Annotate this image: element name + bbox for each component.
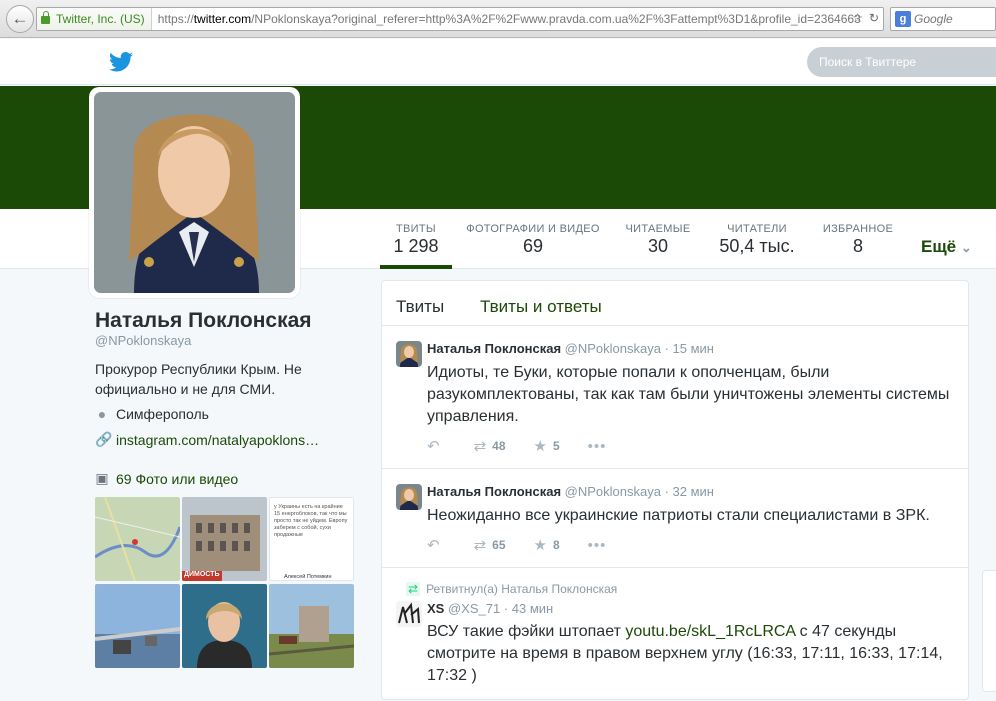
photo-thumb-building[interactable]: ДИМОСТЬ bbox=[182, 497, 267, 581]
profile-website[interactable]: 🔗 instagram.com/natalyapoklons… bbox=[95, 431, 319, 448]
browser-search[interactable]: g Google bbox=[890, 7, 996, 31]
favorite-button[interactable]: ★ 8 bbox=[534, 536, 560, 554]
stat-tweets[interactable]: ТВИТЫ 1 298 bbox=[380, 209, 452, 269]
twitter-top-nav: Поиск в Твиттере bbox=[0, 39, 996, 85]
stat-photos-videos[interactable]: ФОТОГРАФИИ И ВИДЕО 69 bbox=[462, 209, 604, 269]
map-pin-icon: ● bbox=[97, 406, 107, 422]
profile-name[interactable]: Наталья Поклонская bbox=[95, 309, 312, 333]
more-dots-icon: ••• bbox=[587, 437, 607, 455]
reply-button[interactable]: ↶ bbox=[427, 437, 446, 455]
back-button[interactable]: ← bbox=[6, 5, 34, 33]
tweet-author-handle[interactable]: @XS_71 bbox=[448, 601, 500, 616]
chevron-down-icon: ⌄ bbox=[960, 240, 972, 255]
tweet-timestamp[interactable]: · 32 мин bbox=[665, 484, 714, 499]
photo-thumb-street[interactable] bbox=[269, 584, 354, 668]
tweet-author-handle[interactable]: @NPoklonskaya bbox=[565, 484, 661, 499]
twitter-bird-icon[interactable] bbox=[109, 52, 133, 72]
photo-thumb-map[interactable] bbox=[95, 497, 180, 581]
profile-avatar[interactable] bbox=[89, 87, 300, 298]
stat-following[interactable]: ЧИТАЕМЫЕ 30 bbox=[620, 209, 696, 269]
address-bar[interactable]: Twitter, Inc. (US) https://twitter.com/N… bbox=[36, 7, 884, 31]
tweet-text: Неожиданно все украинские патриоты стали… bbox=[427, 507, 930, 524]
star-icon: ★ bbox=[533, 438, 547, 455]
reply-icon: ↶ bbox=[427, 537, 440, 554]
tweet-avatar[interactable] bbox=[396, 601, 422, 627]
tweet-text: Идиоты, те Буки, которые попали к ополче… bbox=[427, 364, 950, 425]
profile-location: ● Симферополь bbox=[95, 406, 209, 422]
reply-button[interactable]: ↶ bbox=[427, 536, 446, 554]
timeline: Твиты Твиты и ответы Наталья Поклонская … bbox=[381, 280, 969, 700]
thumb-text: у Украины есть на крайние 15 енергоблоко… bbox=[274, 504, 348, 538]
more-button[interactable]: Ещё ⌄ bbox=[921, 237, 972, 257]
lock-icon bbox=[41, 11, 50, 24]
thumb-author: Алексей Потемкин bbox=[284, 574, 332, 580]
tweet-text: ВСУ такие фэйки штопает youtu.be/skL_1Rc… bbox=[427, 623, 943, 684]
star-icon: ★ bbox=[533, 537, 547, 554]
tweet[interactable]: Наталья Поклонская @NPoklonskaya · 15 ми… bbox=[382, 327, 968, 469]
retweet-button[interactable]: ⇄ 65 bbox=[474, 536, 506, 554]
photo-thumb-portrait[interactable] bbox=[182, 584, 267, 668]
tweet-author-name[interactable]: XS bbox=[427, 601, 444, 616]
retweet-note: ⇄ Ретвитнул(а) Наталья Поклонская bbox=[406, 582, 618, 596]
retweet-button[interactable]: ⇄ 48 bbox=[474, 437, 506, 455]
tweet-avatar[interactable] bbox=[396, 341, 422, 367]
tweet-header: Наталья Поклонская @NPoklonskaya · 15 ми… bbox=[427, 341, 714, 356]
tweet-actions: ↶ ⇄ 48 ★ 5 ••• bbox=[427, 437, 640, 456]
tweet[interactable]: ⇄ Ретвитнул(а) Наталья Поклонская XS @XS… bbox=[382, 569, 968, 701]
tweet-timestamp[interactable]: · 43 мин bbox=[504, 601, 553, 616]
tweet-author-name[interactable]: Наталья Поклонская bbox=[427, 484, 561, 499]
link-icon: 🔗 bbox=[95, 431, 113, 447]
browser-toolbar: ← Twitter, Inc. (US) https://twitter.com… bbox=[0, 0, 996, 38]
tweet-header: XS @XS_71 · 43 мин bbox=[427, 601, 553, 616]
twitter-search-input[interactable]: Поиск в Твиттере bbox=[807, 47, 996, 77]
more-actions-button[interactable]: ••• bbox=[588, 438, 613, 455]
retweet-icon: ⇄ bbox=[473, 438, 487, 455]
google-icon: g bbox=[895, 11, 911, 27]
timeline-tabs: Твиты Твиты и ответы bbox=[382, 281, 968, 326]
tab-tweets-replies[interactable]: Твиты и ответы bbox=[480, 297, 602, 317]
photos-videos-link[interactable]: ▣ 69 Фото или видео bbox=[95, 470, 238, 487]
tweet-header: Наталья Поклонская @NPoklonskaya · 32 ми… bbox=[427, 484, 714, 499]
avatar-image bbox=[94, 92, 295, 293]
reload-icon[interactable]: ↻ bbox=[869, 11, 879, 25]
favorite-button[interactable]: ★ 5 bbox=[534, 437, 560, 455]
photo-thumb-screenshot[interactable]: у Украины есть на крайние 15 енергоблоко… bbox=[269, 497, 354, 581]
tweet-author-name[interactable]: Наталья Поклонская bbox=[427, 341, 561, 356]
back-arrow-icon: ← bbox=[11, 9, 29, 28]
right-side-panel-edge bbox=[982, 570, 996, 692]
profile-handle[interactable]: @NPoklonskaya bbox=[95, 333, 191, 348]
tweet-link[interactable]: youtu.be/skL_1RcLRCA bbox=[625, 623, 795, 640]
camera-icon: ▣ bbox=[95, 470, 109, 486]
more-dots-icon: ••• bbox=[587, 536, 607, 554]
retweet-icon: ⇄ bbox=[406, 582, 421, 596]
site-identity[interactable]: Twitter, Inc. (US) bbox=[37, 8, 152, 30]
more-actions-button[interactable]: ••• bbox=[588, 537, 613, 554]
stat-favorites[interactable]: ИЗБРАННОЕ 8 bbox=[818, 209, 898, 269]
tweet-author-handle[interactable]: @NPoklonskaya bbox=[565, 341, 661, 356]
star-bookmark-icon[interactable]: ☆ bbox=[852, 11, 863, 25]
thumb-caption: ДИМОСТЬ bbox=[184, 571, 220, 578]
retweet-icon: ⇄ bbox=[473, 537, 487, 554]
profile-bio: Прокурор Республики Крым. Не официально … bbox=[95, 361, 302, 397]
tweet-actions: ↶ ⇄ 65 ★ 8 ••• bbox=[427, 536, 640, 555]
photo-thumb-bridge[interactable] bbox=[95, 584, 180, 668]
tweet-avatar[interactable] bbox=[396, 484, 422, 510]
url-text: https://twitter.com/NPoklonskaya?origina… bbox=[157, 12, 861, 26]
reply-icon: ↶ bbox=[427, 438, 440, 455]
tweet-timestamp[interactable]: · 15 мин bbox=[665, 341, 714, 356]
tweet[interactable]: Наталья Поклонская @NPoklonskaya · 32 ми… bbox=[382, 470, 968, 568]
stat-followers[interactable]: ЧИТАТЕЛИ 50,4 тыс. bbox=[712, 209, 802, 269]
tab-tweets[interactable]: Твиты bbox=[396, 297, 444, 317]
